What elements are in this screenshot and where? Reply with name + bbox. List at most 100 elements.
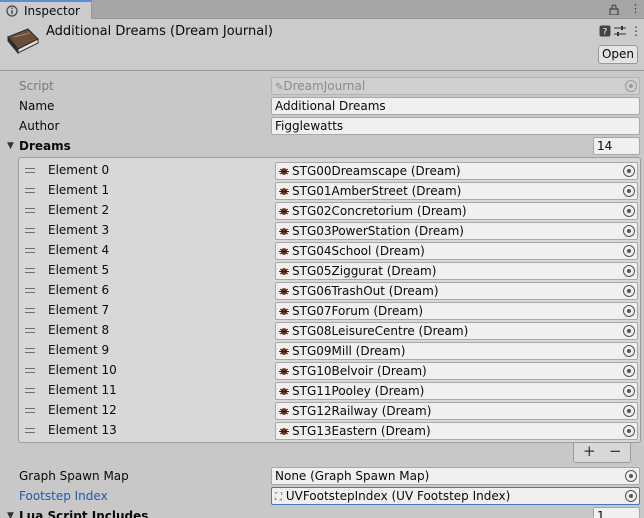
element-object-field[interactable]: STG12Railway (Dream) xyxy=(275,402,638,420)
lua-script-includes-size-input[interactable]: 1 xyxy=(593,507,640,518)
list-item: Element 13 STG13Eastern (Dream) xyxy=(19,421,640,441)
object-picker-icon[interactable] xyxy=(625,470,637,482)
element-label: Element 12 xyxy=(48,403,117,417)
dream-asset-icon xyxy=(279,408,289,415)
author-input[interactable]: Figglewatts xyxy=(271,117,640,135)
drag-handle-icon[interactable] xyxy=(25,208,35,213)
element-label: Element 3 xyxy=(48,223,110,237)
element-object-field[interactable]: STG01AmberStreet (Dream) xyxy=(275,182,638,200)
element-label: Element 8 xyxy=(48,323,110,337)
element-label: Element 9 xyxy=(48,343,110,357)
footstep-index-label: Footstep Index xyxy=(19,489,108,503)
element-value: STG08LeisureCentre (Dream) xyxy=(292,324,469,338)
book-icon xyxy=(7,28,39,55)
element-object-field[interactable]: STG07Forum (Dream) xyxy=(275,302,638,320)
script-value: DreamJournal xyxy=(283,79,366,93)
drag-handle-icon[interactable] xyxy=(25,348,35,353)
element-value: STG13Eastern (Dream) xyxy=(292,424,431,438)
element-value: STG06TrashOut (Dream) xyxy=(292,284,439,298)
object-picker-icon[interactable] xyxy=(623,385,635,397)
dreams-foldout-arrow-icon[interactable]: ▼ xyxy=(7,141,14,151)
element-value: STG01AmberStreet (Dream) xyxy=(292,184,462,198)
script-field: ✎DreamJournal xyxy=(271,77,640,95)
element-object-field[interactable]: STG05Ziggurat (Dream) xyxy=(275,262,638,280)
element-object-field[interactable]: STG03PowerStation (Dream) xyxy=(275,222,638,240)
object-picker-icon[interactable] xyxy=(623,305,635,317)
drag-handle-icon[interactable] xyxy=(25,328,35,333)
drag-handle-icon[interactable] xyxy=(25,188,35,193)
object-picker-icon[interactable] xyxy=(623,325,635,337)
add-element-button[interactable]: + xyxy=(583,442,596,460)
element-label: Element 13 xyxy=(48,423,117,437)
element-label: Element 0 xyxy=(48,163,110,177)
name-label: Name xyxy=(19,99,55,113)
object-picker-icon[interactable] xyxy=(623,205,635,217)
object-picker-icon[interactable] xyxy=(625,490,637,502)
tab-inspector[interactable]: Inspector xyxy=(0,0,92,19)
drag-handle-icon[interactable] xyxy=(25,428,35,433)
dreams-label[interactable]: Dreams xyxy=(19,138,71,154)
element-object-field[interactable]: STG10Belvoir (Dream) xyxy=(275,362,638,380)
object-picker-icon[interactable] xyxy=(623,225,635,237)
lock-icon[interactable] xyxy=(609,4,619,15)
object-picker-icon[interactable] xyxy=(623,425,635,437)
drag-handle-icon[interactable] xyxy=(25,168,35,173)
drag-handle-icon[interactable] xyxy=(25,368,35,373)
element-value: STG11Pooley (Dream) xyxy=(292,384,425,398)
open-button[interactable]: Open xyxy=(598,45,638,64)
drag-handle-icon[interactable] xyxy=(25,408,35,413)
element-object-field[interactable]: STG04School (Dream) xyxy=(275,242,638,260)
dream-asset-icon xyxy=(279,188,289,195)
object-picker-icon[interactable] xyxy=(623,265,635,277)
drag-handle-icon[interactable] xyxy=(25,308,35,313)
help-icon[interactable]: ? xyxy=(599,25,611,37)
element-object-field[interactable]: STG13Eastern (Dream) xyxy=(275,422,638,440)
settings-sliders-icon[interactable] xyxy=(614,25,626,37)
object-picker-icon[interactable] xyxy=(623,345,635,357)
drag-handle-icon[interactable] xyxy=(25,388,35,393)
element-value: STG03PowerStation (Dream) xyxy=(292,224,464,238)
object-picker-icon[interactable] xyxy=(623,365,635,377)
graph-spawn-map-field[interactable]: None (Graph Spawn Map) xyxy=(271,467,640,485)
element-value: STG04School (Dream) xyxy=(292,244,425,258)
footstep-index-field[interactable]: ⛶ UVFootstepIndex (UV Footstep Index) xyxy=(271,487,640,505)
element-value: STG05Ziggurat (Dream) xyxy=(292,264,437,278)
lua-foldout-arrow-icon[interactable]: ▼ xyxy=(7,511,14,518)
object-picker-icon[interactable] xyxy=(623,165,635,177)
dreams-size-input[interactable]: 14 xyxy=(593,137,640,155)
list-item: Element 10 STG10Belvoir (Dream) xyxy=(19,361,640,381)
element-label: Element 4 xyxy=(48,243,110,257)
element-value: STG10Belvoir (Dream) xyxy=(292,364,427,378)
drag-handle-icon[interactable] xyxy=(25,228,35,233)
drag-handle-icon[interactable] xyxy=(25,288,35,293)
object-picker-icon[interactable] xyxy=(623,285,635,297)
object-picker-icon[interactable] xyxy=(623,405,635,417)
remove-element-button[interactable]: − xyxy=(609,442,622,460)
footstep-index-value: UVFootstepIndex (UV Footstep Index) xyxy=(285,489,511,503)
list-item: Element 1 STG01AmberStreet (Dream) xyxy=(19,181,640,201)
drag-handle-icon[interactable] xyxy=(25,248,35,253)
element-value: STG09Mill (Dream) xyxy=(292,344,406,358)
drag-handle-icon[interactable] xyxy=(25,268,35,273)
object-picker-icon[interactable] xyxy=(623,185,635,197)
element-label: Element 1 xyxy=(48,183,110,197)
element-object-field[interactable]: STG11Pooley (Dream) xyxy=(275,382,638,400)
svg-text:?: ? xyxy=(603,28,608,38)
tab-menu-icon[interactable]: ⋮ xyxy=(630,3,641,15)
element-object-field[interactable]: STG09Mill (Dream) xyxy=(275,342,638,360)
inspector-header: Additional Dreams (Dream Journal) ? ⋮ Op… xyxy=(0,19,644,71)
object-picker-icon xyxy=(625,80,637,92)
dream-asset-icon xyxy=(279,348,289,355)
element-object-field[interactable]: STG00Dreamscape (Dream) xyxy=(275,162,638,180)
element-object-field[interactable]: STG06TrashOut (Dream) xyxy=(275,282,638,300)
lua-script-includes-label[interactable]: Lua Script Includes xyxy=(19,509,148,518)
context-menu-icon[interactable]: ⋮ xyxy=(630,24,642,38)
element-value: STG12Railway (Dream) xyxy=(292,404,432,418)
dream-asset-icon xyxy=(279,168,289,175)
list-footer: + − xyxy=(573,442,631,463)
object-picker-icon[interactable] xyxy=(623,245,635,257)
element-object-field[interactable]: STG08LeisureCentre (Dream) xyxy=(275,322,638,340)
name-input[interactable]: Additional Dreams xyxy=(271,97,640,115)
element-object-field[interactable]: STG02Concretorium (Dream) xyxy=(275,202,638,220)
list-item: Element 5 STG05Ziggurat (Dream) xyxy=(19,261,640,281)
